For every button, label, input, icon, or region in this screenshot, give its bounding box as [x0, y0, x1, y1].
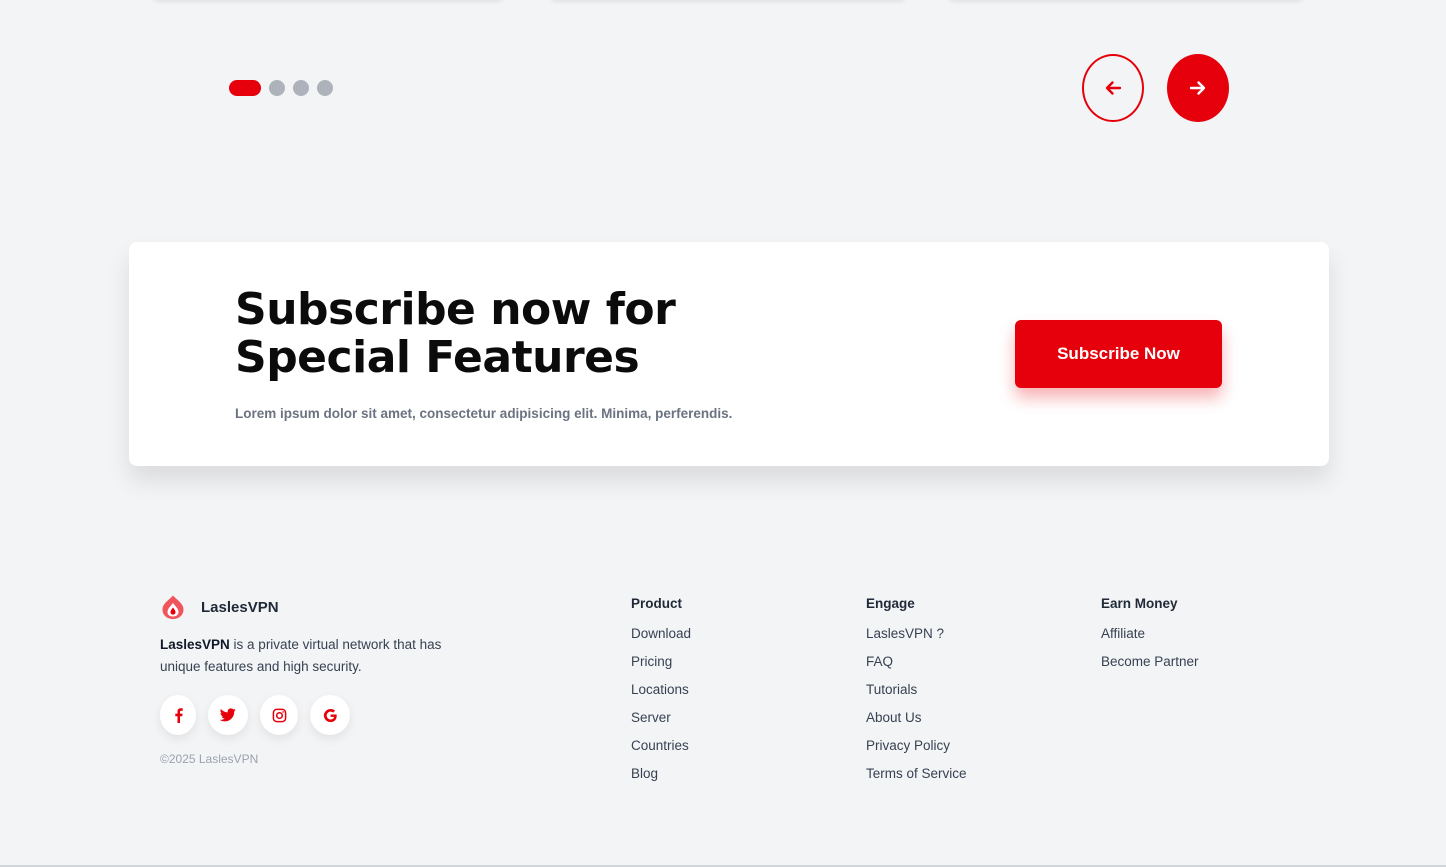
- instagram-button[interactable]: [260, 695, 298, 735]
- footer-link-become-partner[interactable]: Become Partner: [1101, 654, 1199, 682]
- carousel-dot-3[interactable]: [293, 80, 309, 96]
- google-button[interactable]: [310, 695, 350, 735]
- footer-link-faq[interactable]: FAQ: [866, 654, 967, 682]
- footer-link-tutorials[interactable]: Tutorials: [866, 682, 967, 710]
- footer-link-about-us[interactable]: About Us: [866, 710, 967, 738]
- facebook-icon: [175, 708, 183, 723]
- carousel-prev-button[interactable]: [1082, 54, 1144, 122]
- about-brand-name: LaslesVPN: [160, 637, 230, 652]
- footer-link-countries[interactable]: Countries: [631, 738, 691, 766]
- twitter-button[interactable]: [208, 695, 248, 735]
- instagram-icon: [272, 708, 286, 722]
- footer-column-title: Engage: [866, 596, 915, 611]
- copyright-text: ©2025 LaslesVPN: [160, 752, 259, 766]
- carousel-dot-2[interactable]: [269, 80, 285, 96]
- footer-link-server[interactable]: Server: [631, 710, 691, 738]
- footer-link-terms-of-service[interactable]: Terms of Service: [866, 766, 967, 794]
- subscribe-title-line-2: Special Features: [235, 332, 640, 383]
- subscribe-title-line-1: Subscribe now for: [235, 284, 676, 335]
- footer-about: LaslesVPN is a private virtual network t…: [160, 634, 480, 678]
- google-icon: [323, 708, 337, 722]
- footer-column-earn-money: Earn Money Affiliate Become Partner: [1101, 596, 1199, 682]
- subscribe-card: Subscribe now for Special Features Lorem…: [129, 242, 1329, 466]
- footer-link-locations[interactable]: Locations: [631, 682, 691, 710]
- social-links: [160, 695, 350, 735]
- footer-column-product: Product Download Pricing Locations Serve…: [631, 596, 691, 794]
- arrow-right-icon: [1189, 81, 1206, 95]
- footer-link-pricing[interactable]: Pricing: [631, 654, 691, 682]
- carousel-dot-4[interactable]: [317, 80, 333, 96]
- subscribe-description: Lorem ipsum dolor sit amet, consectetur …: [235, 406, 733, 421]
- footer-column-engage: Engage LaslesVPN ? FAQ Tutorials About U…: [866, 596, 967, 794]
- footer-link-laslesvpn[interactable]: LaslesVPN ?: [866, 626, 967, 654]
- twitter-icon: [220, 708, 236, 722]
- subscribe-title: Subscribe now for Special Features: [235, 284, 676, 383]
- footer-link-blog[interactable]: Blog: [631, 766, 691, 794]
- carousel-dot-1[interactable]: [229, 80, 261, 96]
- footer-link-affiliate[interactable]: Affiliate: [1101, 626, 1199, 654]
- footer-column-title: Earn Money: [1101, 596, 1178, 611]
- carousel-next-button[interactable]: [1167, 54, 1229, 122]
- arrow-left-icon: [1105, 81, 1122, 95]
- footer-column-title: Product: [631, 596, 683, 611]
- brand-name: LaslesVPN: [201, 598, 279, 616]
- subscribe-now-button[interactable]: Subscribe Now: [1015, 320, 1222, 388]
- flame-logo-icon: [162, 595, 184, 619]
- footer-link-download[interactable]: Download: [631, 626, 691, 654]
- facebook-button[interactable]: [160, 695, 196, 735]
- carousel-pagination: [229, 80, 333, 96]
- footer-link-privacy-policy[interactable]: Privacy Policy: [866, 738, 967, 766]
- footer-brand[interactable]: LaslesVPN: [160, 594, 279, 620]
